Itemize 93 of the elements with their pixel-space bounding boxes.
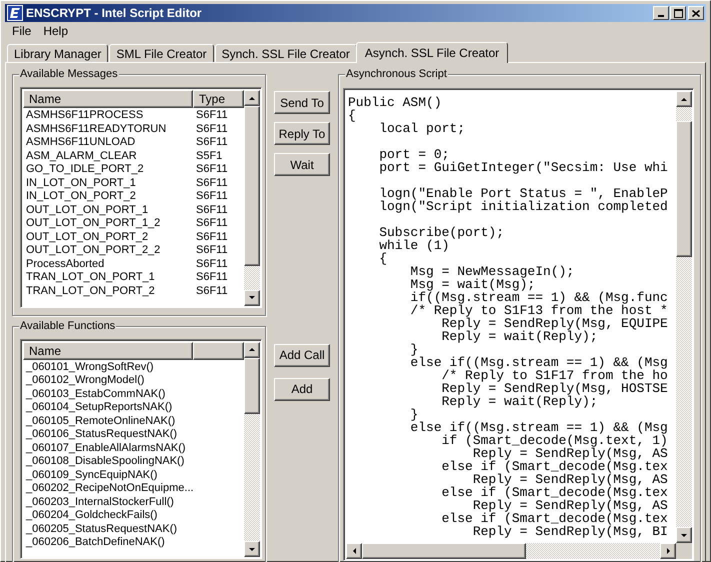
tab[interactable]: SML File Creator: [109, 44, 214, 62]
message-type: S6F11: [195, 204, 228, 217]
tab[interactable]: Synch. SSL File Creator: [214, 44, 357, 62]
tab[interactable]: Library Manager: [7, 44, 108, 62]
scroll-down-button[interactable]: [244, 541, 260, 557]
message-type: S6F11: [195, 109, 228, 122]
message-name[interactable]: OUT_LOT_ON_PORT_2: [23, 230, 193, 244]
scroll-up-button[interactable]: [244, 342, 260, 358]
message-name[interactable]: IN_LOT_ON_PORT_1: [23, 176, 193, 190]
arrow-up-icon: [680, 96, 688, 102]
close-icon: [692, 10, 700, 16]
message-name[interactable]: ASMHS6F11READYTORUN: [23, 122, 193, 136]
arrow-down-icon: [248, 295, 256, 300]
message-type: S5F1: [195, 150, 222, 163]
minimize-button[interactable]: [653, 6, 669, 20]
scroll-thumb[interactable]: [244, 106, 260, 266]
message-name[interactable]: OUT_LOT_ON_PORT_1_2: [23, 217, 193, 230]
scroll-down-button[interactable]: [244, 290, 260, 306]
function-name[interactable]: _060107_EnableAllAlarmsNAK(): [23, 442, 186, 455]
message-name[interactable]: ProcessAborted: [23, 258, 193, 271]
maximize-icon: [674, 8, 682, 18]
action-button[interactable]: Wait: [274, 153, 330, 176]
vertical-scrollbar[interactable]: [244, 90, 260, 306]
arrow-left-icon: [352, 547, 356, 555]
action-button[interactable]: Add Call: [274, 344, 330, 366]
message-type: S6F11: [195, 271, 228, 284]
arrow-down-icon: [248, 546, 256, 552]
action-button[interactable]: Add: [274, 378, 330, 400]
message-name[interactable]: TRAN_LOT_ON_PORT_2: [23, 284, 193, 298]
arrow-right-icon: [666, 547, 670, 555]
group-title: Asynchronous Script: [345, 68, 448, 81]
arrow-up-icon: [248, 96, 256, 100]
function-name[interactable]: _060102_WrongModel(): [23, 374, 144, 388]
message-name[interactable]: TRAN_LOT_ON_PORT_1: [23, 271, 193, 284]
message-type: S6F11: [195, 190, 228, 204]
menu-item[interactable]: File: [6, 22, 38, 40]
menu-item[interactable]: Help: [37, 22, 74, 40]
message-type: S6F11: [195, 230, 228, 244]
function-name[interactable]: _060203_InternalStockerFull(): [23, 496, 174, 509]
tab[interactable]: Asynch. SSL File Creator: [356, 42, 508, 63]
group-title: Available Messages: [19, 68, 119, 81]
message-type: S6F11: [195, 244, 228, 258]
message-type: S6F11: [195, 258, 228, 271]
scroll-left-button[interactable]: [346, 543, 362, 559]
code-text: Public ASM() { local port; port = 0; port = GuiGetInteger("Secsim: Use whi logn("Enable Port Status = ", EnableP logn("Script initialization completed Subscribe(port); while (1) { Msg = NewMessageIn(); Msg = wait(Msg); if((Msg.stream == 1) && (Msg.func /* Reply to S1F13 from the host * Reply = SendReply(Msg, EQUIPE Reply = wait(Reply); } else if((Msg.stream == 1) && (Msg /* Reply to S1F17 from the ho Reply = SendReply(Msg, HOSTSE Reply = wait(Reply); } else if((Msg.stream == 1) && (Msg if (Smart_decode(Msg.text, 1) Reply = SendReply(Msg, AS else if (Smart_decode(Msg.tex Reply = SendReply(Msg, AS else if (Smart_decode(Msg.tex Reply = SendReply(Msg, AS else if (Smart_decode(Msg.tex Reply = SendReply(Msg, BI: [347, 94, 669, 541]
message-name[interactable]: GO_TO_IDLE_PORT_2: [23, 163, 193, 176]
function-name[interactable]: _060205_StatusRequestNAK(): [23, 522, 178, 536]
close-button[interactable]: [688, 6, 704, 20]
column-header[interactable]: [193, 342, 244, 360]
horizontal-scrollbar[interactable]: [346, 543, 676, 559]
message-type: S6F11: [195, 284, 228, 298]
scroll-thumb[interactable]: [676, 121, 692, 257]
maximize-button[interactable]: [670, 6, 686, 20]
message-name[interactable]: OUT_LOT_ON_PORT_2_2: [23, 244, 193, 258]
function-name[interactable]: _060109_SyncEquipNAK(): [23, 468, 158, 482]
message-name[interactable]: OUT_LOT_ON_PORT_1: [23, 204, 193, 217]
function-name[interactable]: _060108_DisableSpoolingNAK(): [23, 455, 184, 468]
vertical-scrollbar[interactable]: [676, 91, 692, 543]
window-title: ENSCRYPT - Intel Script Editor: [26, 5, 202, 22]
column-header[interactable]: Name: [23, 342, 193, 360]
message-type: S6F11: [195, 136, 228, 150]
arrow-up-icon: [248, 347, 256, 352]
function-name[interactable]: _060204_GoldcheckFails(): [23, 509, 158, 522]
action-button[interactable]: Reply To: [274, 122, 330, 145]
action-button[interactable]: Send To: [274, 91, 330, 114]
function-name[interactable]: _060104_SetupReportsNAK(): [23, 401, 172, 414]
column-header[interactable]: Type: [193, 90, 244, 108]
scroll-thumb[interactable]: [244, 358, 260, 414]
scroll-up-button[interactable]: [244, 90, 260, 106]
column-header[interactable]: Name: [23, 90, 193, 108]
scroll-down-button[interactable]: [676, 527, 692, 543]
function-name[interactable]: _060106_StatusRequestNAK(): [23, 428, 178, 442]
message-name[interactable]: ASM_ALARM_CLEAR: [23, 150, 193, 163]
app-icon: [7, 5, 23, 21]
message-name[interactable]: IN_LOT_ON_PORT_2: [23, 190, 193, 204]
message-type: S6F11: [195, 163, 228, 176]
function-name[interactable]: _060202_RecipeNotOnEquipme...: [23, 482, 194, 496]
function-name[interactable]: _060206_BatchDefineNAK(): [23, 536, 165, 550]
arrow-down-icon: [680, 532, 688, 538]
message-type: S6F11: [195, 122, 228, 136]
scroll-thumb[interactable]: [362, 543, 526, 559]
vertical-scrollbar[interactable]: [244, 342, 260, 557]
message-name[interactable]: ASMHS6F11UNLOAD: [23, 136, 193, 150]
scrollbar-corner: [676, 543, 692, 559]
function-name[interactable]: _060105_RemoteOnlineNAK(): [23, 414, 176, 428]
message-name[interactable]: ASMHS6F11PROCESS: [23, 109, 193, 122]
function-name[interactable]: _060101_WrongSoftRev(): [23, 360, 154, 374]
scroll-up-button[interactable]: [676, 91, 692, 107]
function-name[interactable]: _060103_EstabCommNAK(): [23, 388, 166, 401]
message-type: S6F11: [195, 217, 228, 230]
message-type: S6F11: [195, 176, 228, 190]
group-title: Available Functions: [19, 320, 116, 332]
scroll-right-button[interactable]: [660, 543, 676, 559]
